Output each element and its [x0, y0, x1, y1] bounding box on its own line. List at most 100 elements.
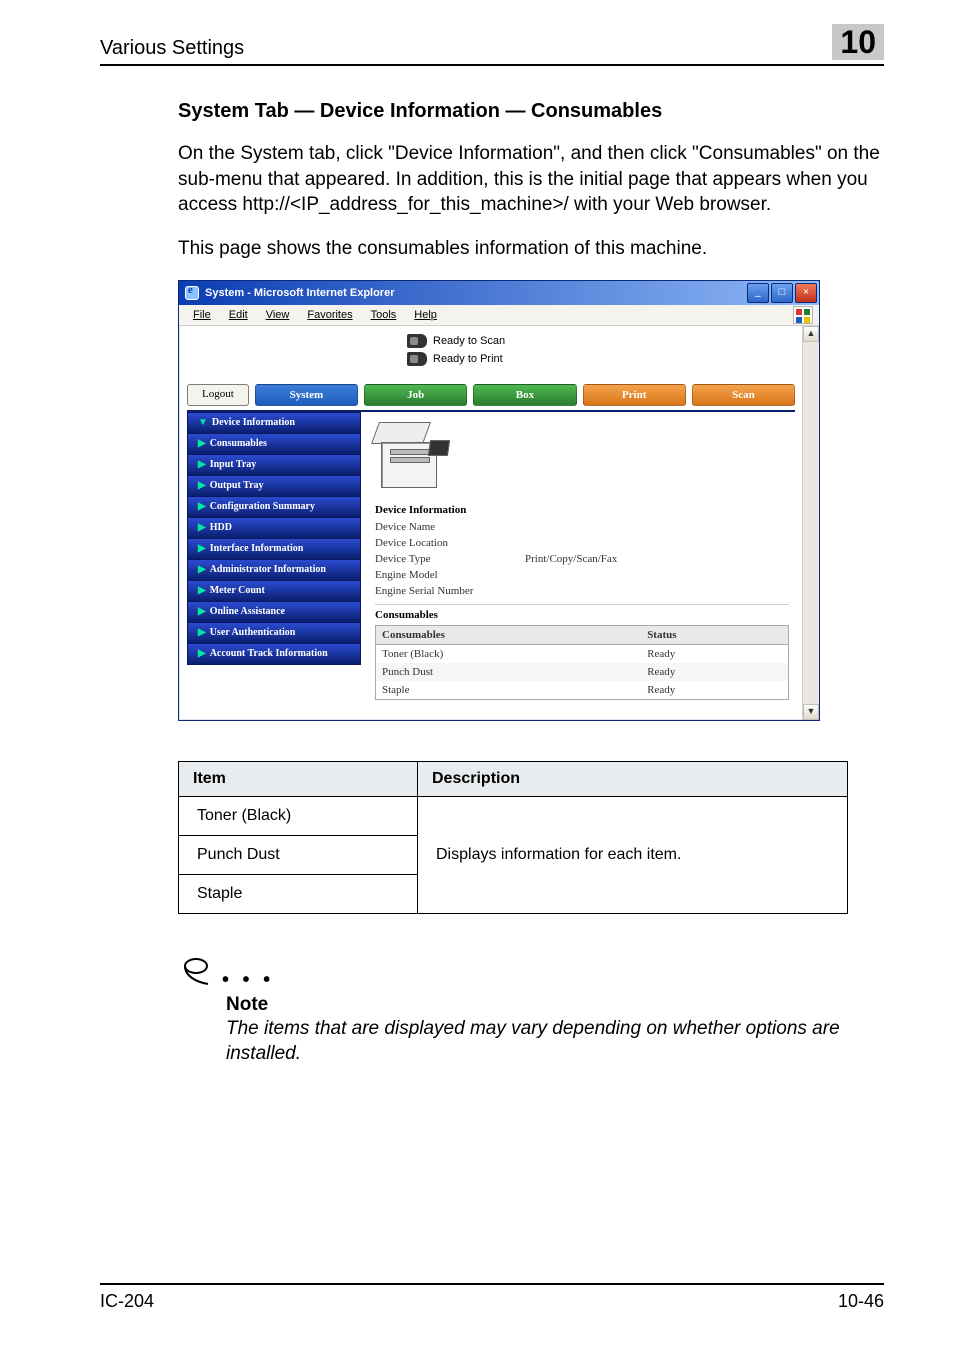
tab-box[interactable]: Box: [473, 384, 576, 406]
top-tab-row: Logout System Job Box Print Scan: [187, 384, 795, 406]
item-name: Staple: [179, 874, 418, 913]
scrollbar-down-arrow-icon[interactable]: ▼: [803, 704, 819, 720]
vertical-scrollbar[interactable]: ▲ ▼: [802, 326, 819, 720]
chevron-right-icon: ▶: [198, 564, 206, 575]
close-button[interactable]: ×: [795, 283, 817, 303]
nav-consumables[interactable]: ▶Consumables: [187, 434, 361, 455]
menu-favorites[interactable]: Favorites: [299, 307, 360, 323]
item-name: Punch Dust: [179, 835, 418, 874]
menu-edit[interactable]: Edit: [221, 307, 256, 323]
content-columns: ▼Device Information ▶Consumables ▶Input …: [187, 412, 795, 710]
device-illustration-icon: [375, 422, 455, 488]
chevron-right-icon: ▶: [198, 501, 206, 512]
paragraph-2: This page shows the consumables informat…: [178, 236, 884, 262]
note-text: The items that are displayed may vary de…: [226, 1016, 884, 1067]
nav-user-authentication[interactable]: ▶User Authentication: [187, 623, 361, 644]
chevron-right-icon: ▶: [198, 627, 206, 638]
kv-device-name-l: Device Name: [375, 520, 525, 534]
consumables-table: Consumables Status Toner (Black) Ready: [375, 625, 789, 700]
footer-rule: [100, 1283, 884, 1285]
note-block: • • • Note The items that are displayed …: [178, 954, 884, 1067]
ie-content: Ready to Scan Ready to Print Logout Syst…: [179, 326, 803, 720]
table-row: Staple Ready: [376, 681, 789, 700]
minimize-button[interactable]: _: [747, 283, 769, 303]
chevron-right-icon: ▶: [198, 522, 206, 533]
chevron-right-icon: ▶: [198, 480, 206, 491]
tab-print[interactable]: Print: [583, 384, 686, 406]
right-pane: Device Information Device Name Device Lo…: [361, 412, 795, 710]
running-header: Various Settings 10: [100, 24, 884, 60]
cons-th-status: Status: [641, 625, 788, 644]
cons-name: Punch Dust: [376, 663, 642, 681]
table-row: Toner (Black) Displays information for e…: [179, 796, 848, 835]
divider: [375, 604, 789, 605]
nav-hdd[interactable]: ▶HDD: [187, 518, 361, 539]
note-label: Note: [226, 994, 884, 1016]
nav-administrator-information[interactable]: ▶Administrator Information: [187, 560, 361, 581]
kv-device-location-v: [525, 536, 789, 550]
ie-flag-icon: [793, 306, 813, 324]
device-info-title: Device Information: [375, 504, 789, 516]
item-name: Toner (Black): [179, 796, 418, 835]
maximize-button[interactable]: □: [771, 283, 793, 303]
tab-scan[interactable]: Scan: [692, 384, 795, 406]
ie-window-title: System - Microsoft Internet Explorer: [205, 287, 395, 299]
kv-device-type-v: Print/Copy/Scan/Fax: [525, 552, 789, 566]
item-description-shared: Displays information for each item.: [418, 796, 848, 913]
kv-device-type-l: Device Type: [375, 552, 525, 566]
chevron-down-icon: ▼: [198, 417, 208, 428]
page-footer: IC-204 10-46: [100, 1283, 884, 1312]
item-description-table: Item Description Toner (Black) Displays …: [178, 761, 848, 914]
cons-name: Staple: [376, 681, 642, 700]
scrollbar-up-arrow-icon[interactable]: ▲: [803, 326, 819, 342]
chevron-right-icon: ▶: [198, 543, 206, 554]
consumables-title: Consumables: [375, 609, 789, 621]
th-description: Description: [418, 761, 848, 796]
scanner-icon: [407, 334, 427, 348]
footer-right: 10-46: [838, 1291, 884, 1312]
kv-device-location-l: Device Location: [375, 536, 525, 550]
nav-account-track-information[interactable]: ▶Account Track Information: [187, 644, 361, 665]
cons-status: Ready: [641, 663, 788, 681]
nav-configuration-summary[interactable]: ▶Configuration Summary: [187, 497, 361, 518]
tab-job[interactable]: Job: [364, 384, 467, 406]
paragraph-1: On the System tab, click "Device Informa…: [178, 141, 884, 218]
chevron-right-icon: ▶: [198, 648, 206, 659]
ie-logo-icon: [185, 286, 199, 300]
ie-content-wrap: ▲ ▼ Ready to Scan Ready to Print Lo: [179, 326, 819, 720]
logout-button[interactable]: Logout: [187, 384, 249, 406]
menu-tools[interactable]: Tools: [363, 307, 405, 323]
nav-device-information[interactable]: ▼Device Information: [187, 412, 361, 434]
table-row: Toner (Black) Ready: [376, 644, 789, 663]
left-nav: ▼Device Information ▶Consumables ▶Input …: [187, 412, 361, 665]
nav-input-tray[interactable]: ▶Input Tray: [187, 455, 361, 476]
cons-name: Toner (Black): [376, 644, 642, 663]
nav-output-tray[interactable]: ▶Output Tray: [187, 476, 361, 497]
kv-device-name-v: [525, 520, 789, 534]
chevron-right-icon: ▶: [198, 459, 206, 470]
menu-file[interactable]: File: [185, 307, 219, 323]
scrollbar-track[interactable]: [803, 342, 819, 704]
ie-window: System - Microsoft Internet Explorer _ □…: [178, 280, 820, 721]
window-buttons: _ □ ×: [747, 283, 817, 303]
printer-status: Ready to Scan Ready to Print: [407, 334, 795, 366]
kv-engine-model-l: Engine Model: [375, 568, 525, 582]
menu-help[interactable]: Help: [406, 307, 445, 323]
nav-online-assistance[interactable]: ▶Online Assistance: [187, 602, 361, 623]
printer-icon: [407, 352, 427, 366]
chevron-right-icon: ▶: [198, 585, 206, 596]
table-row: Punch Dust Ready: [376, 663, 789, 681]
kv-engine-serial-l: Engine Serial Number: [375, 584, 525, 598]
header-rule: [100, 64, 884, 66]
ie-titlebar: System - Microsoft Internet Explorer _ □…: [179, 281, 819, 305]
status-ready-scan: Ready to Scan: [433, 335, 505, 347]
menu-view[interactable]: View: [258, 307, 298, 323]
kv-engine-model-v: [525, 568, 789, 582]
nav-meter-count[interactable]: ▶Meter Count: [187, 581, 361, 602]
tab-system[interactable]: System: [255, 384, 358, 406]
th-item: Item: [179, 761, 418, 796]
kv-engine-serial-v: [525, 584, 789, 598]
chevron-right-icon: ▶: [198, 438, 206, 449]
nav-interface-information[interactable]: ▶Interface Information: [187, 539, 361, 560]
section-title: System Tab — Device Information — Consum…: [178, 100, 884, 123]
